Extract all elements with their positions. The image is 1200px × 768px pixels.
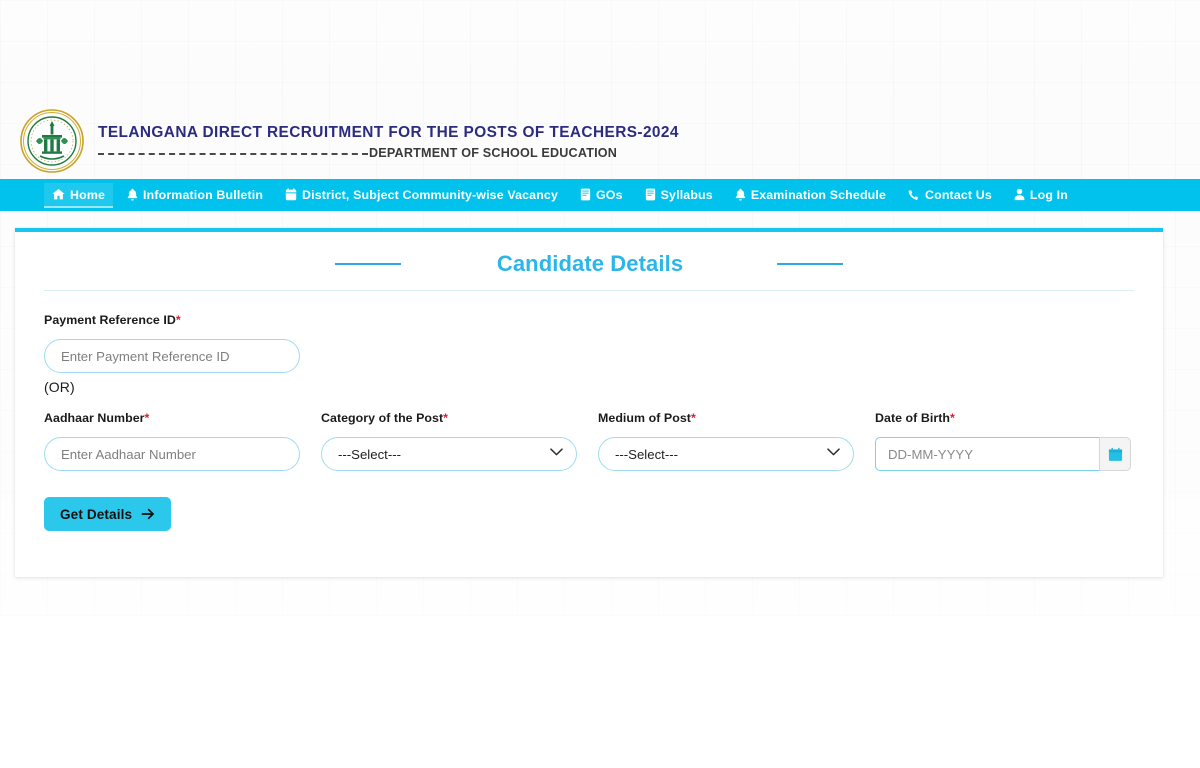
required-asterisk: * [690, 411, 696, 425]
arrow-right-icon [141, 508, 155, 520]
home-icon [52, 188, 65, 201]
bell-icon [735, 188, 746, 201]
nav-label-home: Home [70, 187, 106, 202]
candidate-details-card: Candidate Details Payment Reference ID* … [15, 228, 1163, 577]
nav-label-gos: GOs [596, 187, 623, 202]
nav-item-home[interactable]: Home [44, 182, 114, 208]
nav-item-contact-us[interactable]: Contact Us [900, 183, 1000, 208]
phone-icon [908, 188, 920, 201]
telangana-state-emblem [20, 109, 84, 173]
heading-rule-right [777, 263, 844, 265]
heading-rule-left [334, 263, 401, 265]
nav-item-information-bulletin[interactable]: Information Bulletin [119, 183, 271, 208]
nav-label-syllabus: Syllabus [660, 187, 713, 202]
calendar-icon [1108, 447, 1123, 462]
category-field-group: Category of the Post* ---Select--- [321, 411, 598, 471]
main-navigation: Home Information Bulletin District, Subj… [0, 179, 1200, 211]
required-asterisk: * [950, 411, 955, 425]
medium-of-post-select[interactable]: ---Select--- [598, 437, 854, 471]
page-root: TELANGANA DIRECT RECRUITMENT FOR THE POS… [0, 0, 1200, 768]
aadhaar-input[interactable] [44, 437, 300, 471]
submit-row: Get Details [44, 497, 1134, 531]
nav-item-log-in[interactable]: Log In [1006, 183, 1076, 208]
site-subtitle: DEPARTMENT OF SCHOOL EDUCATION [369, 145, 618, 160]
date-of-birth-label: Date of Birth* [875, 411, 955, 425]
calendar-icon [285, 188, 297, 201]
calendar-picker-button[interactable] [1099, 437, 1131, 471]
nav-label-vacancy: District, Subject Community-wise Vacancy [302, 187, 559, 202]
nav-label-log-in: Log In [1029, 187, 1068, 202]
aadhaar-label: Aadhaar Number* [44, 411, 150, 425]
nav-label-information-bulletin: Information Bulletin [143, 187, 264, 202]
date-of-birth-field-group: Date of Birth* [875, 411, 1133, 471]
get-details-button[interactable]: Get Details [44, 497, 172, 531]
required-asterisk: * [144, 411, 150, 425]
page-title: Candidate Details [496, 251, 684, 276]
date-of-birth-input[interactable] [875, 437, 1099, 471]
category-label: Category of the Post* [321, 411, 449, 425]
payment-reference-input[interactable] [44, 339, 300, 373]
nav-label-contact-us: Contact Us [925, 187, 992, 202]
site-header: TELANGANA DIRECT RECRUITMENT FOR THE POS… [0, 103, 1200, 179]
required-asterisk: * [443, 411, 449, 425]
payment-reference-field-group: Payment Reference ID* [44, 313, 1134, 373]
form-field-row: Aadhaar Number* Category of the Post* --… [44, 411, 1134, 471]
book-icon [645, 188, 656, 201]
nav-item-syllabus[interactable]: Syllabus [637, 183, 721, 208]
bell-icon [127, 188, 138, 201]
or-divider-text: (OR) [44, 379, 75, 395]
site-subtitle-row: DEPARTMENT OF SCHOOL EDUCATION [98, 146, 679, 160]
nav-item-gos[interactable]: GOs [572, 183, 631, 208]
candidate-details-form: Payment Reference ID* (OR) Aadhaar Numbe… [44, 291, 1134, 531]
get-details-label: Get Details [60, 506, 133, 522]
category-of-post-select[interactable]: ---Select--- [321, 437, 577, 471]
nav-item-vacancy[interactable]: District, Subject Community-wise Vacancy [277, 183, 566, 208]
site-title: TELANGANA DIRECT RECRUITMENT FOR THE POS… [98, 124, 679, 142]
section-heading-row: Candidate Details [44, 232, 1134, 290]
user-icon [1014, 188, 1025, 201]
nav-label-examination-schedule: Examination Schedule [750, 187, 887, 202]
payment-reference-label: Payment Reference ID* [44, 313, 181, 327]
medium-label: Medium of Post* [598, 411, 696, 425]
book-icon [580, 188, 591, 201]
subtitle-leader-line [98, 152, 368, 155]
aadhaar-field-group: Aadhaar Number* [44, 411, 321, 471]
header-text-block: TELANGANA DIRECT RECRUITMENT FOR THE POS… [98, 122, 679, 160]
nav-item-examination-schedule[interactable]: Examination Schedule [727, 183, 894, 208]
required-asterisk: * [175, 313, 181, 327]
medium-field-group: Medium of Post* ---Select--- [598, 411, 875, 471]
